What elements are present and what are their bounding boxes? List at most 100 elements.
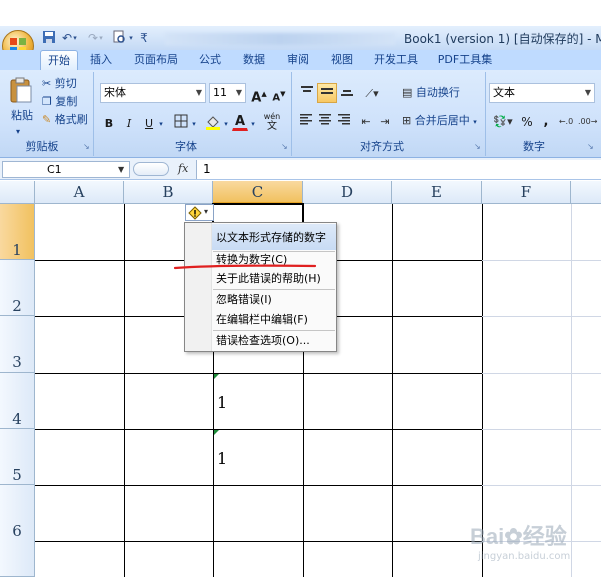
- menu-item-error-checking-options[interactable]: 错误检查选项(O)...: [216, 331, 310, 350]
- watermark-brand-suffix: 经验: [522, 524, 567, 549]
- fill-color-button[interactable]: [202, 113, 224, 133]
- column-header-d[interactable]: D: [303, 181, 392, 204]
- error-indicator-c4: [214, 374, 219, 379]
- merge-center-label: 合并后居中: [414, 114, 470, 127]
- insert-function-icon[interactable]: fx: [178, 161, 192, 177]
- tab-data[interactable]: 数据: [238, 50, 270, 70]
- number-format-combo[interactable]: 文本 ▼: [489, 83, 595, 103]
- select-all-corner[interactable]: [0, 181, 35, 204]
- format-painter-label: 格式刷: [54, 113, 88, 126]
- comma-button[interactable]: ,: [538, 111, 554, 131]
- increase-indent-button[interactable]: ⇥: [376, 111, 394, 131]
- increase-decimal-button[interactable]: ←.0: [556, 111, 576, 131]
- cut-button[interactable]: ✂ 剪切: [42, 75, 77, 93]
- font-color-dropdown-icon[interactable]: ▾: [249, 113, 257, 133]
- tab-formulas[interactable]: 公式: [194, 50, 226, 70]
- wrap-text-button[interactable]: ▤ 自动换行: [402, 84, 460, 102]
- align-bottom-button[interactable]: [337, 83, 357, 103]
- percent-button[interactable]: %: [518, 111, 536, 131]
- align-middle-button[interactable]: [317, 83, 337, 103]
- name-box-dropdown-icon[interactable]: ▼: [118, 161, 124, 178]
- underline-dropdown-icon[interactable]: ▾: [157, 113, 165, 133]
- currency-button[interactable]: 💱▾: [490, 111, 516, 131]
- error-smart-tag[interactable]: ▾: [185, 204, 214, 221]
- align-right-button[interactable]: [335, 111, 353, 131]
- alignment-launcher-icon[interactable]: ↘: [474, 142, 481, 151]
- shrink-font-label: A: [272, 92, 281, 104]
- column-header-e[interactable]: E: [392, 181, 482, 204]
- align-left-icon: [300, 114, 312, 125]
- orientation-button[interactable]: ⟋▾: [360, 83, 384, 103]
- qat-dropdown-icon[interactable]: ▾: [126, 30, 136, 46]
- gridline-row-7: [35, 541, 482, 542]
- name-box[interactable]: C1: [2, 161, 130, 178]
- column-header-a[interactable]: A: [35, 181, 124, 204]
- font-name-combo[interactable]: 宋体 ▼: [100, 83, 206, 103]
- formula-bar-splitter[interactable]: [133, 162, 169, 176]
- bold-button[interactable]: B: [100, 113, 118, 133]
- clipboard-launcher-icon[interactable]: ↘: [83, 142, 90, 151]
- shrink-font-button[interactable]: A▼: [270, 83, 288, 103]
- tab-page-layout[interactable]: 页面布局: [128, 50, 184, 70]
- number-group-label: 数字: [523, 140, 545, 153]
- row-header-3[interactable]: 3: [0, 316, 35, 373]
- font-color-button[interactable]: A: [232, 111, 248, 131]
- menu-item-ignore-error[interactable]: 忽略错误(I): [216, 290, 272, 309]
- fill-color-dropdown-icon[interactable]: ▾: [222, 113, 230, 133]
- tab-review[interactable]: 审阅: [282, 50, 314, 70]
- font-size-combo[interactable]: 11 ▼: [209, 83, 246, 103]
- column-header-b[interactable]: B: [124, 181, 213, 204]
- wrap-text-label: 自动换行: [415, 86, 460, 99]
- tab-insert[interactable]: 插入: [84, 50, 118, 70]
- cell-c5[interactable]: 1: [217, 449, 227, 468]
- underline-button[interactable]: U: [140, 113, 158, 133]
- save-icon[interactable]: [40, 30, 58, 46]
- chevron-down-icon: ▾: [204, 207, 209, 216]
- customize-qat-icon[interactable]: ₹: [138, 30, 150, 46]
- orientation-icon: ⟋▾: [365, 87, 379, 100]
- redo-dropdown-icon[interactable]: ▾: [96, 30, 106, 46]
- row-header-2[interactable]: 2: [0, 260, 35, 316]
- gridline-f-5: [482, 429, 601, 430]
- phonetic-button[interactable]: wén 文: [260, 111, 284, 132]
- decrease-indent-button[interactable]: ⇤: [357, 111, 375, 131]
- borders-dropdown-icon[interactable]: ▾: [190, 113, 198, 133]
- font-launcher-icon[interactable]: ↘: [281, 142, 288, 151]
- column-header-c[interactable]: C: [213, 181, 303, 204]
- copy-button[interactable]: ❐ 复制: [42, 93, 77, 111]
- number-launcher-icon[interactable]: ↘: [587, 142, 594, 151]
- font-size-value: 11: [213, 86, 227, 99]
- borders-button[interactable]: [170, 113, 192, 133]
- row-header-6[interactable]: 6: [0, 485, 35, 577]
- tab-view[interactable]: 视图: [326, 50, 358, 70]
- menu-item-edit-in-formula-bar[interactable]: 在编辑栏中编辑(F): [216, 310, 308, 329]
- tab-developer[interactable]: 开发工具: [368, 50, 424, 70]
- paste-button[interactable]: 粘贴: [11, 107, 33, 125]
- increase-decimal-icon: ←.0: [558, 117, 574, 126]
- cell-c4[interactable]: 1: [217, 393, 227, 412]
- font-name-value: 宋体: [104, 86, 126, 99]
- alignment-group-label: 对齐方式: [360, 140, 404, 153]
- format-painter-button[interactable]: ✎ 格式刷: [42, 111, 88, 129]
- chevron-down-icon: ▾: [473, 118, 477, 126]
- decrease-decimal-button[interactable]: .00→: [577, 111, 597, 131]
- fill-bucket-icon: [206, 116, 220, 130]
- row-header-5[interactable]: 5: [0, 429, 35, 485]
- align-center-button[interactable]: [316, 111, 334, 131]
- merge-center-button[interactable]: ⊞ 合并后居中 ▾: [402, 112, 477, 130]
- row-header-4[interactable]: 4: [0, 373, 35, 429]
- undo-dropdown-icon[interactable]: ▾: [70, 30, 80, 46]
- formula-input[interactable]: 1: [196, 160, 601, 179]
- align-top-button[interactable]: [297, 83, 317, 103]
- red-underline-annotation: [174, 264, 316, 270]
- tab-pdf-tools[interactable]: PDF工具集: [434, 50, 496, 70]
- grow-font-button[interactable]: A▲: [250, 83, 268, 105]
- column-header-f[interactable]: F: [482, 181, 571, 204]
- menu-icon-strip: [185, 223, 212, 351]
- column-header-g-partial[interactable]: [571, 181, 601, 204]
- tab-home[interactable]: 开始: [40, 50, 78, 70]
- row-header-1[interactable]: 1: [0, 204, 35, 260]
- paste-icon[interactable]: [8, 76, 34, 104]
- italic-button[interactable]: I: [120, 113, 138, 133]
- align-left-button[interactable]: [297, 111, 315, 131]
